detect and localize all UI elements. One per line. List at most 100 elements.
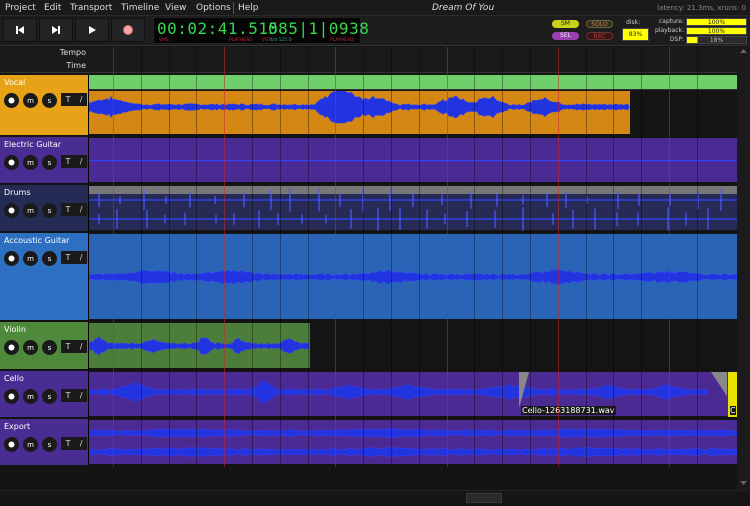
track-accoustic-guitar[interactable]: Accoustic Guitar m s T / (0, 233, 737, 321)
audio-region[interactable] (89, 186, 737, 231)
track-drums[interactable]: Drums m s T / (0, 185, 737, 232)
automation-button[interactable]: T / (61, 203, 87, 216)
audio-region[interactable] (89, 420, 737, 464)
tempo-ruler[interactable]: Tempo (0, 47, 737, 60)
track-name[interactable]: Export (4, 422, 30, 431)
waveform (89, 159, 737, 162)
track-cello[interactable]: Cello m s T / Cello-1263188731.wav C (0, 371, 737, 418)
track-violin[interactable]: Violin m s T / (0, 322, 737, 370)
record-arm-button[interactable] (4, 203, 19, 218)
track-header[interactable]: Drums m s T / (0, 185, 89, 231)
automation-button[interactable]: T / (61, 389, 87, 402)
record-arm-button[interactable] (4, 93, 19, 108)
track-name[interactable]: Violin (4, 325, 26, 334)
mute-button[interactable]: m (23, 437, 38, 452)
primary-clock[interactable]: 00:02:41.515 (157, 19, 279, 38)
track-controls: m s T / (4, 340, 87, 355)
menu-options[interactable]: Options (196, 3, 231, 13)
track-name[interactable]: Cello (4, 374, 24, 383)
record-arm-button[interactable] (4, 437, 19, 452)
solo-button[interactable]: s (42, 340, 57, 355)
automation-button[interactable]: T / (61, 437, 87, 450)
disk-meter: 83% (622, 28, 649, 41)
track-lane[interactable] (89, 233, 737, 320)
track-lane[interactable] (89, 322, 737, 369)
audio-region[interactable] (89, 323, 310, 368)
track-lane[interactable] (89, 185, 737, 231)
record-arm-button[interactable] (4, 251, 19, 266)
track-header[interactable]: Accoustic Guitar m s T / (0, 233, 89, 320)
solo-button[interactable]: s (42, 93, 57, 108)
region-name[interactable]: Cello-1263188731.wav (521, 406, 616, 415)
mute-button[interactable]: m (23, 340, 38, 355)
automation-button[interactable]: T / (61, 155, 87, 168)
audio-region[interactable] (89, 91, 630, 134)
automation-t-label: T (65, 157, 71, 166)
track-lane[interactable] (89, 75, 737, 135)
track-name[interactable]: Vocal (4, 78, 25, 87)
record-arm-button[interactable] (4, 389, 19, 404)
audio-region[interactable] (89, 234, 737, 319)
track-header[interactable]: Export m s T / (0, 419, 89, 465)
clock-display[interactable]: 00:02:41.515 085|1|0938 VMS PLAYHEAD VST… (153, 17, 369, 44)
play-icon (89, 26, 96, 34)
mute-button[interactable]: m (23, 389, 38, 404)
track-name[interactable]: Accoustic Guitar (4, 236, 69, 245)
play-button[interactable] (75, 18, 109, 42)
track-controls: m s T / (4, 437, 87, 452)
vertical-scrollbar[interactable] (737, 47, 750, 492)
solo-button[interactable]: s (42, 389, 57, 404)
menu-help[interactable]: Help (238, 3, 259, 13)
track-vocal[interactable]: Vocal m s T / (0, 75, 737, 136)
mute-button[interactable]: m (23, 93, 38, 108)
track-electric-guitar[interactable]: Electric Guitar m s T / (0, 137, 737, 184)
rec-indicator[interactable]: REC (586, 32, 613, 40)
menu-project[interactable]: Project (5, 3, 36, 13)
mute-button[interactable]: m (23, 155, 38, 170)
track-header[interactable]: Vocal m s T / (0, 75, 89, 135)
automation-t-label: T (65, 253, 71, 262)
track-lane[interactable] (89, 137, 737, 183)
menu-transport[interactable]: Transport (70, 3, 112, 13)
record-arm-button[interactable] (4, 340, 19, 355)
solo-indicator[interactable]: SOLO (586, 20, 613, 28)
track-header[interactable]: Violin m s T / (0, 322, 89, 369)
scroll-thumb[interactable] (466, 493, 502, 503)
record-icon (8, 344, 15, 351)
menu-timeline[interactable]: Timeline (121, 3, 159, 13)
automation-button[interactable]: T / (61, 93, 87, 106)
sel-toggle[interactable]: SEL (552, 32, 579, 40)
audio-region[interactable]: Cello-1263188731.wav C (89, 372, 737, 417)
track-header[interactable]: Electric Guitar m s T / (0, 137, 89, 183)
record-button[interactable] (111, 18, 145, 42)
sm-toggle[interactable]: SM (552, 20, 579, 28)
mute-button[interactable]: m (23, 251, 38, 266)
solo-button[interactable]: s (42, 155, 57, 170)
track-name[interactable]: Drums (4, 188, 30, 197)
goto-start-button[interactable] (3, 18, 37, 42)
track-header[interactable]: Cello m s T / (0, 371, 89, 417)
solo-button[interactable]: s (42, 251, 57, 266)
automation-button[interactable]: T / (61, 251, 87, 264)
menu-edit[interactable]: Edit (44, 3, 61, 13)
scroll-down-icon (740, 481, 747, 485)
solo-button[interactable]: s (42, 437, 57, 452)
goto-end-button[interactable] (39, 18, 73, 42)
time-ruler[interactable]: Time (0, 60, 737, 73)
solo-button[interactable]: s (42, 203, 57, 218)
secondary-clock[interactable]: 085|1|0938 (268, 19, 369, 38)
audio-region[interactable] (89, 138, 737, 182)
horizontal-scrollbar[interactable] (0, 490, 737, 506)
automation-lane[interactable] (89, 75, 737, 90)
track-lane[interactable] (89, 419, 737, 465)
track-name[interactable]: Electric Guitar (4, 140, 61, 149)
mute-button[interactable]: m (23, 203, 38, 218)
track-lane[interactable]: Cello-1263188731.wav C (89, 371, 737, 417)
clock-playhead-label-2: PLAYHEAD (330, 38, 354, 43)
menu-view[interactable]: View (165, 3, 186, 13)
track-controls: m s T / (4, 155, 87, 170)
region-name-2[interactable]: C (730, 406, 736, 415)
automation-button[interactable]: T / (61, 340, 87, 353)
track-export[interactable]: Export m s T / (0, 419, 737, 466)
record-arm-button[interactable] (4, 155, 19, 170)
